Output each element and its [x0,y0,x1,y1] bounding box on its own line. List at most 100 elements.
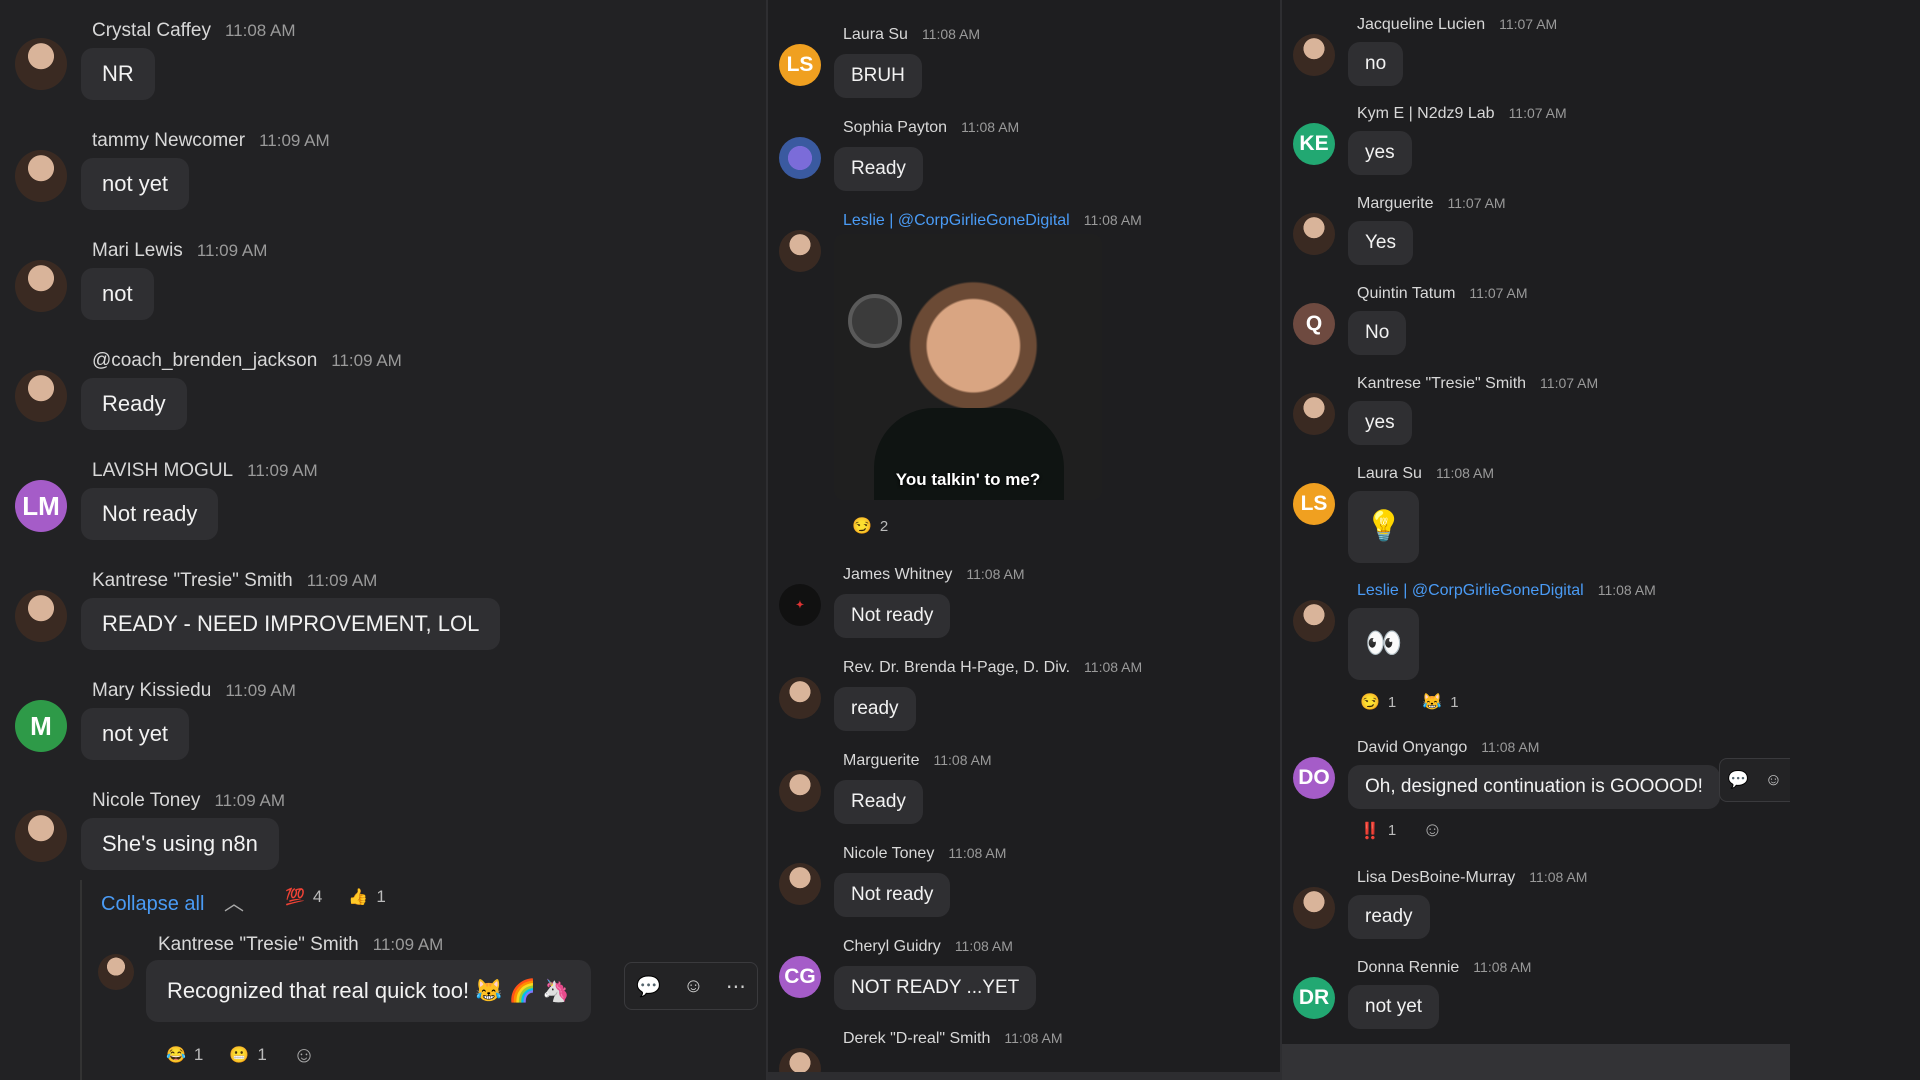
sender-name[interactable]: Nicole Toney [843,845,934,862]
message-bubble[interactable]: not yet [81,158,190,210]
avatar[interactable] [779,863,821,905]
sender-name[interactable]: @coach_brenden_jackson [92,350,317,371]
sender-name[interactable]: Sophia Payton [843,119,947,136]
reaction-chip[interactable]: 😏 2 [852,516,888,536]
avatar[interactable]: LS [1293,483,1335,525]
avatar[interactable] [15,370,67,422]
sender-name[interactable]: James Whitney [843,566,952,583]
sender-name[interactable]: Jacqueline Lucien [1357,16,1485,33]
sender-name[interactable]: Laura Su [1357,465,1422,482]
avatar[interactable] [1293,213,1335,255]
message-bubble[interactable]: Oh, designed continuation is GOOOOD! [1348,765,1720,809]
reaction-chip[interactable]: 😏 1 [1360,692,1396,712]
avatar[interactable] [779,137,821,179]
sender-name[interactable]: Cheryl Guidry [843,938,941,955]
message-bubble[interactable]: Not ready [81,488,219,540]
composer-area[interactable] [1282,1044,1790,1080]
message-bubble[interactable]: not [81,268,154,320]
message-bubble[interactable]: Ready [834,780,923,824]
message-bubble[interactable]: ready [1348,895,1430,939]
avatar[interactable]: ✦ [779,584,821,626]
message-bubble[interactable]: Recognized that real quick too! 😹 🌈 🦄 [146,960,591,1022]
avatar[interactable]: DR [1293,977,1335,1019]
message-bubble[interactable]: not yet [1348,985,1440,1029]
reaction-chip[interactable]: 😹 1 [1422,692,1458,712]
sender-name[interactable]: Kym E | N2dz9 Lab [1357,105,1495,122]
reaction-chip[interactable]: 😬 1 [229,1045,266,1065]
avatar[interactable]: LM [15,480,67,532]
sender-name[interactable]: Quintin Tatum [1357,285,1455,302]
message-bubble[interactable]: READY - NEED IMPROVEMENT, LOL [81,598,501,650]
avatar[interactable]: LS [779,44,821,86]
avatar[interactable]: M [15,700,67,752]
sender-name[interactable]: Mari Lewis [92,240,183,261]
avatar[interactable] [1293,600,1335,642]
avatar[interactable] [779,677,821,719]
avatar[interactable] [779,770,821,812]
sender-name[interactable]: Rev. Dr. Brenda H-Page, D. Div. [843,659,1070,676]
message-bubble[interactable]: ready [834,687,916,731]
avatar[interactable] [15,590,67,642]
message-bubble[interactable]: Not ready [834,873,951,917]
message-bubble[interactable]: She's using n8n [81,818,279,870]
message-bubble[interactable]: 💡 [1348,491,1420,563]
sender-name[interactable]: Kantrese "Tresie" Smith [92,570,293,591]
add-reaction-icon[interactable]: ☺ [683,975,703,998]
reply-thread-icon[interactable]: 💬 [1728,770,1749,790]
message-bubble[interactable]: BRUH [834,54,922,98]
avatar[interactable] [1293,34,1335,76]
avatar[interactable]: Q [1293,303,1335,345]
horizontal-scrollbar[interactable] [768,1072,1280,1080]
reaction-chip[interactable]: 💯 4 [285,887,322,907]
add-reaction-icon[interactable]: ☺ [1765,770,1782,790]
message-bubble[interactable]: NR [81,48,155,100]
avatar[interactable]: DO [1293,757,1335,799]
sender-name[interactable]: Marguerite [843,752,919,769]
sender-name[interactable]: Nicole Toney [92,790,200,811]
avatar[interactable] [1293,393,1335,435]
reaction-chip[interactable]: 😂 1 [166,1045,203,1065]
sender-name[interactable]: Leslie | @CorpGirlieGoneDigital [843,212,1070,229]
sender-name[interactable]: Kantrese "Tresie" Smith [1357,375,1526,392]
sender-name[interactable]: Marguerite [1357,195,1433,212]
avatar[interactable] [1293,887,1335,929]
avatar[interactable] [15,810,67,862]
avatar[interactable] [15,150,67,202]
message-bubble[interactable]: Not ready [834,594,951,638]
avatar[interactable]: KE [1293,123,1335,165]
message-bubble[interactable]: Ready [81,378,187,430]
message-bubble[interactable]: no [1348,42,1404,86]
sender-name[interactable]: Derek "D-real" Smith [843,1030,990,1047]
reaction-chip[interactable]: 👍 1 [348,887,385,907]
message-bubble[interactable]: No [1348,311,1407,355]
message-bubble[interactable]: not yet [81,708,190,760]
add-reaction-icon[interactable]: ☺ [293,1042,315,1068]
collapse-all-button[interactable]: Collapse all ︿ [101,887,244,916]
message-bubble[interactable]: yes [1348,131,1412,175]
avatar[interactable] [15,38,67,90]
sender-name[interactable]: Laura Su [843,26,908,43]
sender-name[interactable]: tammy Newcomer [92,130,245,151]
sender-name[interactable]: LAVISH MOGUL [92,460,233,481]
sender-name[interactable]: Crystal Caffey [92,20,211,41]
message-bubble[interactable]: Ready [834,147,923,191]
avatar[interactable] [98,954,134,990]
reply-thread-icon[interactable]: 💬 [636,974,661,999]
sender-name[interactable]: David Onyango [1357,739,1467,756]
avatar[interactable] [779,230,821,272]
message-bubble[interactable]: 👀 [1348,608,1420,680]
gif-image[interactable]: You talkin' to me? [834,234,1102,500]
sender-name[interactable]: Kantrese "Tresie" Smith [158,934,359,955]
message-bubble[interactable]: Yes [1348,221,1413,265]
add-reaction-icon[interactable]: ☺ [1422,819,1442,842]
sender-name[interactable]: Mary Kissiedu [92,680,211,701]
sender-name[interactable]: Lisa DesBoine-Murray [1357,869,1515,886]
avatar[interactable] [15,260,67,312]
reaction-chip[interactable]: ‼️ 1 [1360,821,1396,841]
avatar[interactable]: CG [779,956,821,998]
sender-name[interactable]: Leslie | @CorpGirlieGoneDigital [1357,582,1584,599]
more-icon[interactable]: ⋯ [726,974,746,999]
sender-name[interactable]: Donna Rennie [1357,959,1459,976]
message-bubble[interactable]: yes [1348,401,1412,445]
message-bubble[interactable]: NOT READY ...YET [834,966,1037,1010]
